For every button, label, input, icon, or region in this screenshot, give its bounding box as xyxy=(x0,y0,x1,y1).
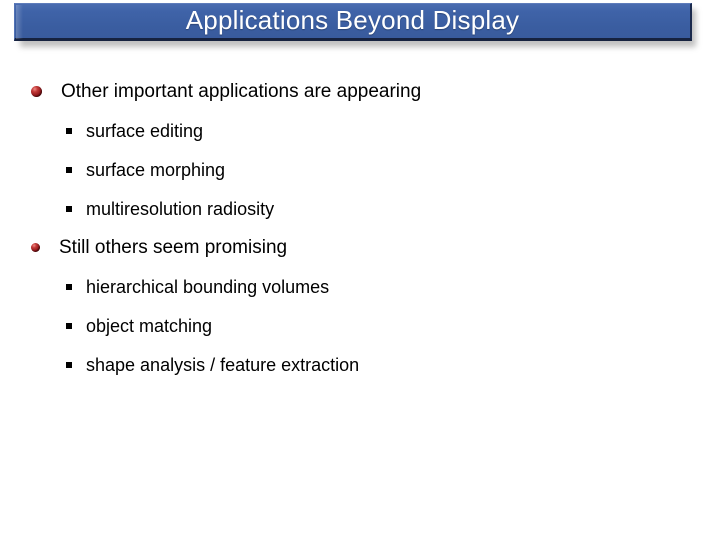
title-bar-plate: Applications Beyond Display xyxy=(14,3,692,41)
page-title: Applications Beyond Display xyxy=(185,5,520,35)
bullet-item-level1: Other important applications are appeari… xyxy=(0,72,720,111)
bullet-item-level2: surface morphing xyxy=(0,150,720,189)
bullet-text: multiresolution radiosity xyxy=(86,198,275,219)
bullet-text: surface editing xyxy=(86,120,204,141)
slide-title-bar: Applications Beyond Display xyxy=(14,3,696,47)
bullet-text: Still others seem promising xyxy=(59,237,288,258)
sphere-bullet-icon xyxy=(31,243,40,252)
bullet-text: Other important applications are appeari… xyxy=(61,81,422,102)
bullet-item-level2: shape analysis / feature extraction xyxy=(0,345,720,384)
bullet-item-level2: object matching xyxy=(0,306,720,345)
title-bar-bevel-highlight xyxy=(16,5,23,39)
square-bullet-icon xyxy=(66,361,72,368)
bullet-item-level2: surface editing xyxy=(0,111,720,150)
bullet-item-level1: Still others seem promising xyxy=(0,228,720,267)
bullet-item-level2: multiresolution radiosity xyxy=(0,189,720,228)
slide-body-content: Other important applications are appeari… xyxy=(0,72,720,384)
square-bullet-icon xyxy=(66,166,72,173)
bullet-text: hierarchical bounding volumes xyxy=(86,276,330,297)
bullet-text: shape analysis / feature extraction xyxy=(86,354,360,375)
square-bullet-icon xyxy=(66,322,72,329)
bullet-text: object matching xyxy=(86,315,213,336)
sphere-bullet-icon xyxy=(31,86,42,97)
square-bullet-icon xyxy=(66,205,72,212)
square-bullet-icon xyxy=(66,283,72,290)
square-bullet-icon xyxy=(66,127,72,134)
bullet-text: surface morphing xyxy=(86,159,226,180)
bullet-item-level2: hierarchical bounding volumes xyxy=(0,267,720,306)
